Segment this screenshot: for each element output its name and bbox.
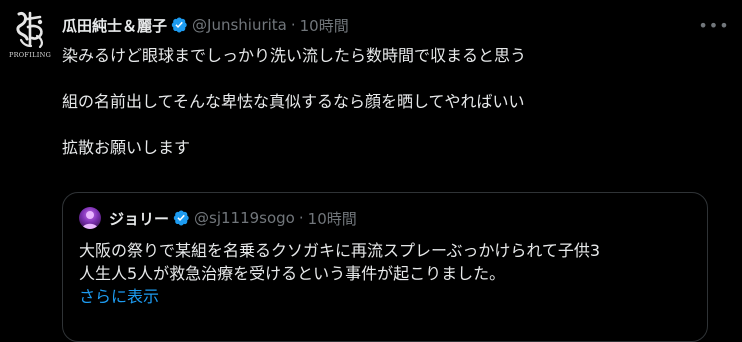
quoted-author-avatar[interactable] <box>79 207 101 229</box>
quoted-tweet-line: 大阪の祭りで某組を名乗るクソガキに再流スプレーぶっかけられて子供3 <box>79 241 601 260</box>
tweet-text: 染みるけど眼球までしっかり洗い流したら数時間で収まると思う 組の名前出してそんな… <box>62 44 722 159</box>
tweet-timestamp[interactable]: 10時間 <box>300 15 349 36</box>
meta-separator: · <box>298 209 304 227</box>
tweet-header: 瓜田純士＆麗子 @Junshiurita · 10時間 <box>62 14 349 36</box>
author-avatar[interactable]: PROFILING <box>8 10 52 64</box>
tweet-blank-line <box>62 113 722 136</box>
tweet-blank-line <box>62 67 722 90</box>
quoted-tweet-header: ジョリー @sj1119sogo · 10時間 <box>79 207 357 229</box>
author-display-name[interactable]: 瓜田純士＆麗子 <box>62 15 167 36</box>
quoted-tweet-text: 大阪の祭りで某組を名乗るクソガキに再流スプレーぶっかけられて子供3 人生人5人が… <box>79 239 699 308</box>
calligraphy-logo-icon <box>16 11 43 49</box>
tweet-line: 染みるけど眼球までしっかり洗い流したら数時間で収まると思う <box>62 46 527 65</box>
author-handle[interactable]: @Junshiurita <box>192 16 287 34</box>
verified-badge-icon[interactable] <box>172 209 190 227</box>
verified-badge-icon[interactable] <box>170 16 188 34</box>
tweet-line: 組の名前出してそんな卑怯な真似するなら顔を晒してやればいい <box>62 92 525 111</box>
more-options-icon[interactable]: ••• <box>698 14 728 36</box>
quoted-tweet-line: 人生人5人が救急治療を受けるという事件が起こりました。 <box>79 264 506 283</box>
quoted-tweet-timestamp[interactable]: 10時間 <box>308 208 357 229</box>
person-silhouette-icon <box>82 211 98 229</box>
show-more-link[interactable]: さらに表示 <box>79 285 699 308</box>
quoted-author-display-name[interactable]: ジョリー <box>109 208 169 229</box>
meta-separator: · <box>290 16 296 34</box>
quoted-author-handle[interactable]: @sj1119sogo <box>194 209 295 227</box>
avatar-brand-text: PROFILING <box>8 51 52 59</box>
tweet-line: 拡散お願いします <box>62 138 191 157</box>
